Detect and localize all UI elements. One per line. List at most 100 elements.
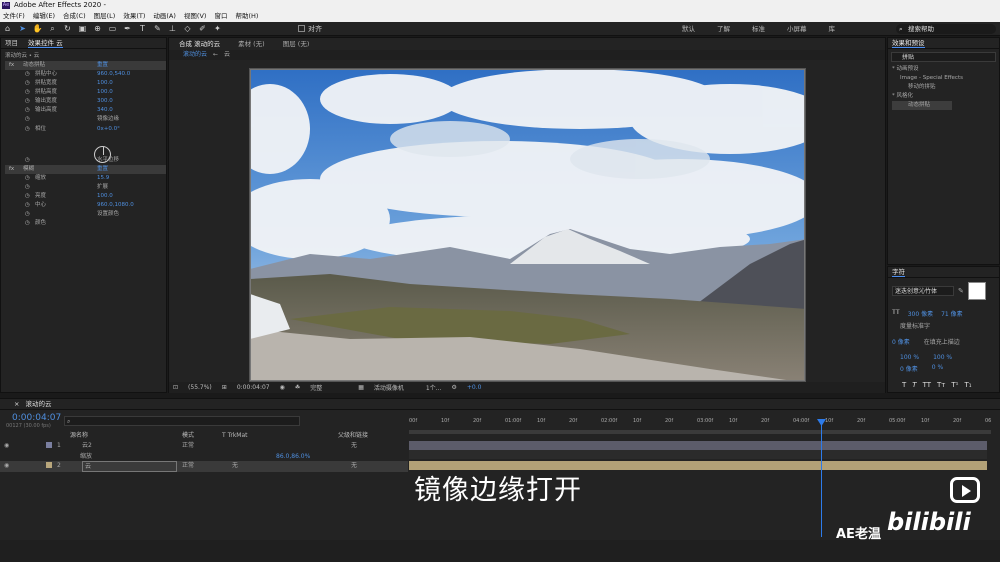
fast-preview-icon[interactable]: ⚙	[451, 384, 456, 391]
exposure-value[interactable]: +0.0	[467, 384, 482, 391]
puppet-tool-icon[interactable]: ✦	[213, 24, 222, 33]
stopwatch-icon[interactable]: ◷	[25, 156, 30, 165]
effect-property-row[interactable]: ◷ 水平位移	[5, 156, 166, 165]
effect-property-value[interactable]: 扩展	[97, 183, 108, 192]
channel-icon[interactable]: ☘	[295, 384, 300, 391]
grid-icon[interactable]: ⊞	[222, 384, 227, 391]
stroke-mode-select[interactable]: 在填充上描边	[924, 337, 960, 346]
scale-keyframe-track[interactable]	[409, 450, 987, 459]
faux-bold-button[interactable]: T	[902, 381, 906, 389]
effect-property-value[interactable]: 340.0	[97, 106, 113, 115]
vertical-scale-value[interactable]: 100 %	[900, 354, 919, 361]
subscript-button[interactable]: T₁	[964, 381, 971, 389]
effect-property-row[interactable]: fx 动态拼贴 重置	[5, 61, 166, 70]
workspace-tab[interactable]: 小屏幕	[787, 22, 807, 36]
stopwatch-icon[interactable]: ◷	[25, 192, 30, 201]
type-tool-icon[interactable]: T	[138, 24, 147, 33]
faux-italic-button[interactable]: T	[912, 381, 916, 389]
tab-effect-controls[interactable]: 效果控件 云	[28, 38, 63, 48]
menu-item[interactable]: 合成(C)	[63, 11, 86, 22]
fx-icon[interactable]: fx	[9, 61, 14, 70]
layer-mode-select[interactable]: 正常	[182, 441, 194, 450]
effects-tree-item[interactable]: * 动画预设	[892, 65, 999, 74]
breadcrumb-layer[interactable]: 云	[224, 50, 230, 60]
label-color-swatch[interactable]	[46, 462, 52, 468]
composition-viewer-image[interactable]	[249, 68, 806, 382]
horizontal-scale-value[interactable]: 100 %	[933, 354, 952, 361]
phase-dial[interactable]	[94, 146, 111, 163]
quality-select[interactable]: 完整	[310, 383, 348, 392]
effect-property-value[interactable]: 15.9	[97, 174, 109, 183]
layer1-duration-bar[interactable]	[409, 441, 987, 450]
menu-item[interactable]: 图层(L)	[94, 11, 116, 22]
comp-tab[interactable]: 合成 滚动的云	[179, 38, 220, 50]
label-color-swatch[interactable]	[46, 442, 52, 448]
stopwatch-icon[interactable]: ◷	[25, 106, 30, 115]
breadcrumb-comp[interactable]: 滚动的云	[183, 50, 207, 60]
views-select[interactable]: 1个...	[426, 383, 442, 392]
roto-brush-tool-icon[interactable]: ✐	[198, 24, 207, 33]
layer-name[interactable]: 云	[82, 461, 177, 472]
timeline-tab[interactable]: × 滚动的云	[0, 399, 1000, 410]
visibility-eye-icon[interactable]: ◉	[4, 461, 9, 470]
region-icon[interactable]: ▦	[358, 384, 364, 391]
layer-name[interactable]: 缩放	[80, 452, 92, 461]
playhead[interactable]	[821, 419, 822, 537]
baseline-shift-value[interactable]: 0 像素	[900, 364, 918, 373]
workspace-tab[interactable]: 默认	[682, 22, 695, 36]
menu-item[interactable]: 编辑(E)	[33, 11, 55, 22]
stopwatch-icon[interactable]: ◷	[25, 125, 30, 134]
effect-property-row[interactable]: ◷ 输出高度 340.0	[5, 106, 166, 115]
effect-property-value[interactable]: 300.0	[97, 97, 113, 106]
clone-stamp-tool-icon[interactable]: ⊥	[168, 24, 177, 33]
effect-property-value[interactable]: 960.0,540.0	[97, 70, 130, 79]
effect-property-row[interactable]: ◷ 设置颜色	[5, 210, 166, 219]
effect-property-value[interactable]: 100.0	[97, 88, 113, 97]
stopwatch-icon[interactable]: ◷	[25, 201, 30, 210]
current-time[interactable]: 0:00:04:07	[237, 384, 270, 391]
tsume-value[interactable]: 0 %	[932, 364, 943, 373]
effect-property-value[interactable]: 0x+0.0°	[97, 125, 120, 134]
eyedropper-icon[interactable]: ✎	[958, 287, 964, 295]
effect-property-row[interactable]: ◷ 缩放 15.9	[5, 174, 166, 183]
stopwatch-icon[interactable]: ◷	[25, 97, 30, 106]
scale-value[interactable]: 86.0,86.0%	[276, 452, 310, 461]
effect-property-value[interactable]: 重置	[97, 165, 108, 174]
pan-behind-tool-icon[interactable]: ⊕	[93, 24, 102, 33]
effects-tree-item[interactable]: Image - Special Effects	[892, 74, 999, 83]
all-caps-button[interactable]: TT	[923, 381, 931, 389]
search-help-field[interactable]: ⌕ 搜索帮助	[896, 24, 996, 34]
eraser-tool-icon[interactable]: ◇	[183, 24, 192, 33]
menu-item[interactable]: 效果(T)	[123, 11, 145, 22]
zoom-level[interactable]: (55.7%)	[188, 384, 212, 391]
menu-item[interactable]: 帮助(H)	[235, 11, 258, 22]
stopwatch-icon[interactable]: ◷	[25, 115, 30, 124]
timeline-search-field[interactable]: ⌕	[64, 416, 300, 426]
stopwatch-icon[interactable]: ◷	[25, 79, 30, 88]
effect-property-row[interactable]: ◷ 镜像边缘	[5, 115, 166, 125]
camera-select[interactable]: 活动摄像机	[374, 383, 416, 392]
home-icon[interactable]: ⌂	[3, 24, 12, 33]
effect-property-value[interactable]: 960.0,1080.0	[97, 201, 134, 210]
kerning-select[interactable]: 度量标准字	[888, 318, 999, 330]
font-family-select[interactable]: 迷迭创意沁竹体	[892, 286, 954, 296]
effect-property-row[interactable]: fx 模糊 重置	[5, 165, 166, 174]
rotate-tool-icon[interactable]: ↻	[63, 24, 72, 33]
workspace-tab[interactable]: 了解	[717, 22, 730, 36]
brush-tool-icon[interactable]: ✎	[153, 24, 162, 33]
leading-value[interactable]: 71 像素	[941, 309, 963, 318]
effect-property-row[interactable]: ◷ 扩展	[5, 183, 166, 192]
preview-icon[interactable]: ⊡	[173, 384, 178, 391]
layer-parent-select[interactable]: 无	[351, 441, 357, 450]
font-size-value[interactable]: 300 像素	[908, 309, 933, 318]
snapshot-icon[interactable]: ◉	[280, 384, 285, 391]
effects-tree-item[interactable]: 移动的拼贴	[892, 83, 999, 92]
tab-character[interactable]: 字符	[892, 267, 905, 277]
layer-mode-select[interactable]: 正常	[182, 461, 194, 470]
selection-tool-icon[interactable]: ➤	[18, 24, 27, 33]
effects-search-field[interactable]: 拼贴	[891, 52, 996, 62]
effects-tree-item[interactable]: * 风格化	[892, 92, 999, 101]
stopwatch-icon[interactable]: ◷	[25, 210, 30, 219]
effect-property-row[interactable]: ◷ 拼贴宽度 100.0	[5, 79, 166, 88]
effects-tree-item[interactable]: 动态拼贴	[892, 101, 952, 110]
